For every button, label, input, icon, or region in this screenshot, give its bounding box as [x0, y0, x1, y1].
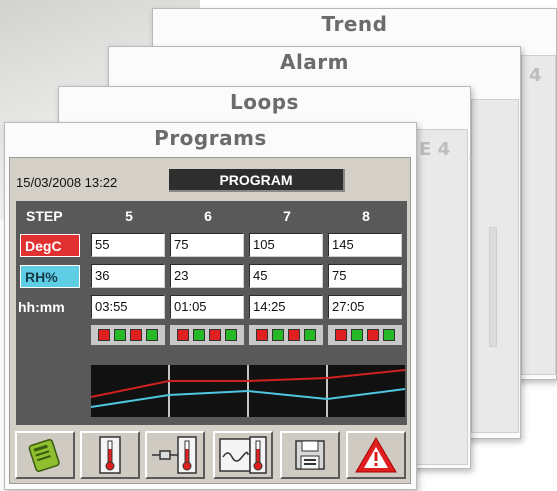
programs-tab-title[interactable]: Programs [5, 123, 416, 154]
rh-label: RH% [20, 265, 80, 288]
step-label: STEP [26, 208, 63, 224]
datetime-readout: 15/03/2008 13:22 [16, 175, 118, 190]
alarm-ghost-bar [489, 227, 497, 347]
rh-cell[interactable]: 36 [91, 264, 165, 288]
event-led[interactable] [304, 329, 316, 341]
alarm-tab-title[interactable]: Alarm [109, 47, 520, 78]
step-number: 5 [125, 208, 133, 224]
event-led[interactable] [130, 329, 142, 341]
probe-temperature-button[interactable] [145, 431, 205, 479]
time-cell[interactable]: 03:55 [91, 295, 165, 319]
event-led[interactable] [367, 329, 379, 341]
event-led[interactable] [114, 329, 126, 341]
loops-ghost-e4: E 4 [419, 139, 451, 160]
trend-temperature-button[interactable] [213, 431, 273, 479]
loops-ghost-field-1 [469, 157, 471, 159]
event-led[interactable] [98, 329, 110, 341]
probe-thermometer-icon [152, 436, 197, 474]
notebook-button[interactable] [15, 431, 75, 479]
event-led[interactable] [383, 329, 395, 341]
rh-cell[interactable]: 75 [328, 264, 402, 288]
loops-ghost-panel [416, 129, 468, 465]
warning-triangle-icon [355, 437, 397, 473]
save-button[interactable] [280, 431, 340, 479]
event-led[interactable] [288, 329, 300, 341]
profile-trend-graph [90, 365, 406, 417]
rh-cell[interactable]: 45 [249, 264, 323, 288]
event-led[interactable] [335, 329, 347, 341]
program-title: PROGRAM [169, 169, 345, 192]
time-cell[interactable]: 01:05 [170, 295, 244, 319]
rh-cell[interactable]: 23 [170, 264, 244, 288]
degc-cell[interactable]: 75 [170, 233, 244, 257]
degc-label: DegC [20, 234, 80, 257]
step-number: 7 [283, 208, 291, 224]
event-output-group[interactable] [328, 325, 402, 345]
event-led[interactable] [146, 329, 158, 341]
degc-cell[interactable]: 55 [91, 233, 165, 257]
time-label: hh:mm [18, 299, 65, 315]
event-led[interactable] [177, 329, 189, 341]
trend-tab-title[interactable]: Trend [153, 9, 556, 40]
trend-thermometer-icon [219, 436, 267, 474]
event-output-group[interactable] [170, 325, 244, 345]
event-output-group[interactable] [249, 325, 323, 345]
event-led[interactable] [225, 329, 237, 341]
program-panel: 15/03/2008 13:22 PROGRAM STEP 5 6 7 8 De… [9, 157, 411, 484]
notebook-icon [28, 438, 60, 472]
time-cell[interactable]: 14:25 [249, 295, 323, 319]
time-cell[interactable]: 27:05 [328, 295, 402, 319]
step-number: 6 [204, 208, 212, 224]
step-grid: STEP 5 6 7 8 DegC 55 75 105 145 RH% 36 2… [16, 201, 407, 425]
alarm-button[interactable] [346, 431, 406, 479]
event-led[interactable] [256, 329, 268, 341]
thermometer-icon [99, 436, 121, 474]
floppy-disk-icon [295, 440, 325, 470]
event-led[interactable] [272, 329, 284, 341]
loops-tab-title[interactable]: Loops [59, 87, 470, 118]
event-led[interactable] [351, 329, 363, 341]
trend-ghost-panel [521, 55, 556, 375]
degc-cell[interactable]: 145 [328, 233, 402, 257]
event-led[interactable] [193, 329, 205, 341]
trend-ghost-number: 4 [529, 65, 542, 86]
temperature-button[interactable] [80, 431, 140, 479]
profile-trend [90, 365, 406, 417]
step-number: 8 [362, 208, 370, 224]
degc-cell[interactable]: 105 [249, 233, 323, 257]
event-output-group[interactable] [91, 325, 165, 345]
event-led[interactable] [209, 329, 221, 341]
